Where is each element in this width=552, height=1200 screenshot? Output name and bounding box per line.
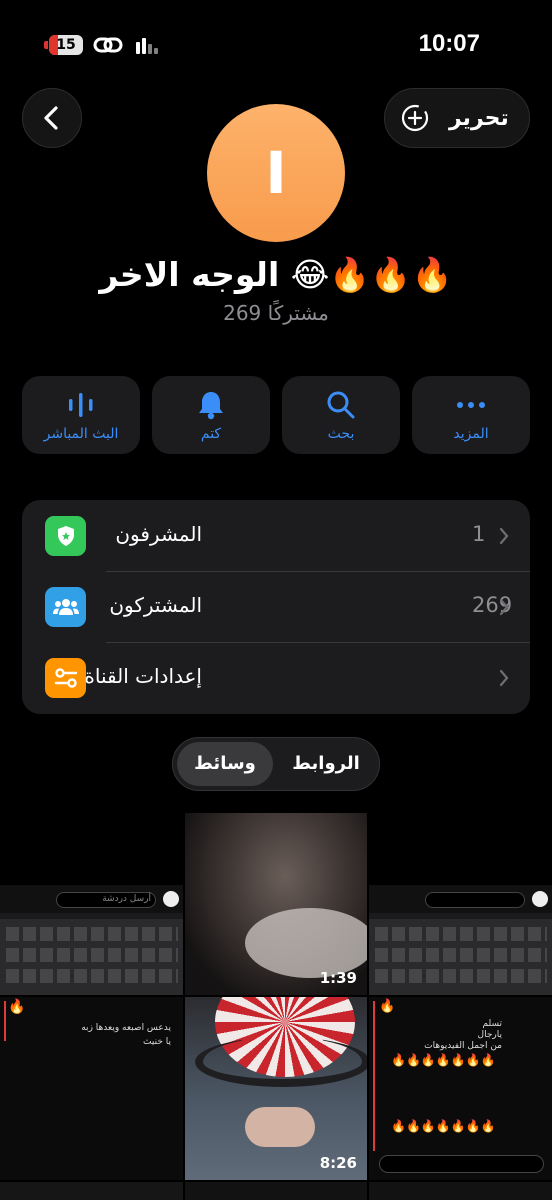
subscriber-count: 269 مشتركًا bbox=[223, 301, 329, 325]
channel-avatar[interactable]: I bbox=[207, 104, 345, 242]
chevron-right-icon bbox=[499, 669, 509, 687]
admin-shield-icon bbox=[45, 516, 86, 556]
media-item-3[interactable] bbox=[369, 885, 552, 995]
media-item-7[interactable] bbox=[0, 1182, 183, 1200]
edit-button[interactable]: تحرير bbox=[384, 88, 530, 148]
chat-message-5: من اجمل الفيديوهات bbox=[424, 1041, 502, 1051]
media-item-5[interactable]: 8:26 bbox=[185, 997, 367, 1180]
avatar-letter: I bbox=[265, 139, 287, 207]
subscribers-row[interactable]: المشتركون 269 bbox=[22, 571, 530, 642]
edit-label: تحرير bbox=[449, 105, 509, 131]
bell-icon bbox=[199, 392, 223, 420]
admins-label: المشرفون bbox=[115, 522, 202, 546]
media-item-6[interactable]: 🔥 تسلم يارجال من اجمل الفيديوهات 🔥🔥🔥🔥🔥🔥🔥… bbox=[369, 997, 552, 1180]
search-label: بحث bbox=[327, 426, 355, 442]
channel-name: الوجه الاخر 😂🔥🔥🔥 bbox=[99, 255, 453, 294]
more-button[interactable]: المزيد bbox=[412, 376, 530, 454]
media-item-1[interactable]: أرسل دردشة bbox=[0, 885, 183, 995]
battery-level: 15 bbox=[56, 37, 76, 53]
battery-indicator: 15 bbox=[44, 35, 83, 55]
chevron-right-icon bbox=[499, 527, 509, 545]
status-time: 10:07 bbox=[418, 30, 480, 57]
live-stream-label: البث المباشر bbox=[43, 426, 119, 442]
media-tabs: وسائط الروابط bbox=[172, 737, 380, 791]
more-dots-icon bbox=[457, 402, 485, 408]
chevron-right-icon bbox=[499, 598, 509, 616]
media-item-8[interactable] bbox=[185, 1182, 367, 1200]
settings-sliders-icon bbox=[45, 658, 86, 698]
more-label: المزيد bbox=[453, 426, 489, 442]
tab-media[interactable]: وسائط bbox=[177, 742, 273, 786]
search-button[interactable]: بحث bbox=[282, 376, 400, 454]
mute-label: كتم bbox=[200, 426, 222, 442]
status-bar: 15 10:07 bbox=[0, 0, 552, 90]
chat-message-2: يا خنيث bbox=[143, 1037, 171, 1047]
mute-button[interactable]: كتم bbox=[152, 376, 270, 454]
video-duration-1: 1:39 bbox=[319, 969, 357, 987]
chat-message-3: تسلم bbox=[482, 1019, 502, 1029]
live-stream-icon bbox=[69, 393, 93, 417]
tab-links[interactable]: الروابط bbox=[277, 742, 375, 786]
channel-info-list: المشرفون 1 المشتركون 269 إعدادات القناة bbox=[22, 500, 530, 714]
media-item-9[interactable] bbox=[369, 1182, 552, 1200]
chevron-left-icon bbox=[44, 106, 58, 130]
video-duration-2: 8:26 bbox=[319, 1154, 357, 1172]
channel-settings-row[interactable]: إعدادات القناة bbox=[22, 642, 530, 713]
subscribers-label: المشتركون bbox=[109, 593, 202, 617]
admins-row[interactable]: المشرفون 1 bbox=[22, 500, 530, 571]
channel-settings-label: إعدادات القناة bbox=[84, 664, 202, 688]
signal-icon bbox=[136, 36, 162, 54]
people-icon bbox=[45, 587, 86, 627]
link-icon bbox=[93, 37, 123, 53]
back-button[interactable] bbox=[22, 88, 82, 148]
media-item-2[interactable]: 1:39 bbox=[185, 813, 367, 995]
action-bar: المزيد بحث كتم البث المباشر bbox=[22, 376, 530, 454]
search-icon bbox=[327, 391, 355, 419]
chat-message-4: يارجال bbox=[477, 1030, 502, 1040]
media-item-4[interactable]: 🔥 يدعس اصبعه ويعدها زبه يا خنيث bbox=[0, 997, 183, 1180]
chat-input-placeholder: أرسل دردشة bbox=[102, 894, 151, 904]
live-stream-button[interactable]: البث المباشر bbox=[22, 376, 140, 454]
add-circle-icon bbox=[401, 104, 429, 132]
chat-message-1: يدعس اصبعه ويعدها زبه bbox=[81, 1023, 171, 1033]
